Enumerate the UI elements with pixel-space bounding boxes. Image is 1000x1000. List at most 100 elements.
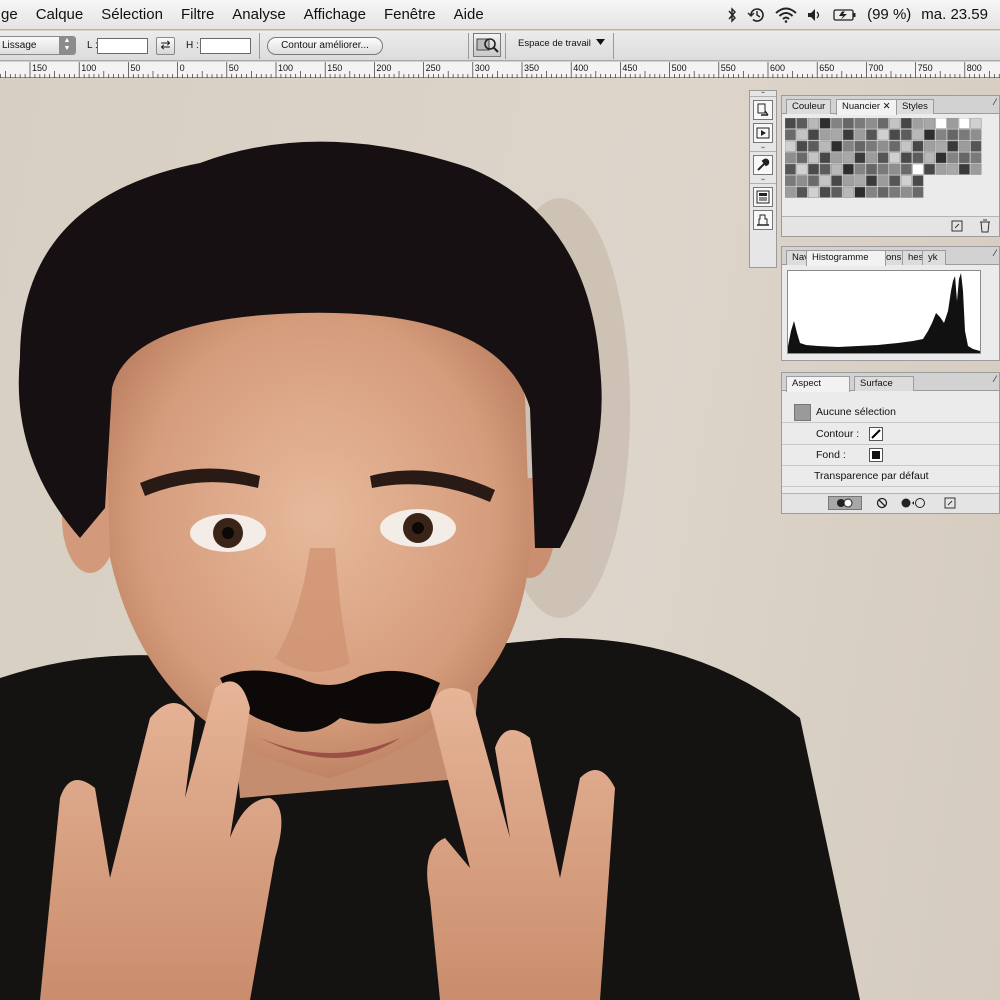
swatch[interactable] xyxy=(785,186,796,198)
swatch[interactable] xyxy=(842,163,854,175)
new-swatch-icon[interactable] xyxy=(951,220,963,235)
swatch[interactable] xyxy=(877,175,889,187)
swatch[interactable] xyxy=(958,140,970,152)
swatch[interactable] xyxy=(796,140,808,152)
actions-icon[interactable] xyxy=(753,123,773,143)
swatch[interactable] xyxy=(877,152,889,164)
swatch[interactable] xyxy=(842,129,854,141)
swatch[interactable] xyxy=(877,163,889,175)
workspace-menu[interactable]: Espace de travail xyxy=(518,38,605,49)
swatch[interactable] xyxy=(807,186,820,198)
swatch[interactable] xyxy=(889,175,901,187)
tab-histogram[interactable]: Histogramme xyxy=(806,250,886,266)
menu-window[interactable]: Fenêtre xyxy=(375,0,445,30)
swatch[interactable] xyxy=(854,140,866,152)
swatch[interactable] xyxy=(935,129,947,141)
menu-layer[interactable]: Calque xyxy=(27,0,93,30)
swatch[interactable] xyxy=(831,163,843,175)
swatch[interactable] xyxy=(877,129,889,141)
tab-aspect[interactable]: Aspect xyxy=(786,376,850,392)
swatch[interactable] xyxy=(947,118,959,129)
horizontal-ruler[interactable]: 150 100 50 0 50 100 150 200 250 300 350 400 450 500 55… xyxy=(0,62,1000,78)
swatch[interactable] xyxy=(865,129,878,141)
swatch[interactable] xyxy=(970,129,982,141)
close-icon[interactable]: ✕ xyxy=(883,101,891,112)
swatch[interactable] xyxy=(819,163,831,175)
tab-color[interactable]: Couleur xyxy=(786,99,832,114)
smoothing-select[interactable]: Lissage ▲ ▼ xyxy=(0,36,76,55)
time-machine-icon[interactable] xyxy=(747,7,765,23)
swatch[interactable] xyxy=(785,175,796,187)
swatch[interactable] xyxy=(796,152,808,164)
swatch[interactable] xyxy=(819,118,831,129)
dock-grip[interactable]: ▪▪ xyxy=(750,178,776,184)
swatch[interactable] xyxy=(785,129,796,141)
swatch[interactable] xyxy=(842,140,854,152)
swatch[interactable] xyxy=(877,186,889,198)
swatch[interactable] xyxy=(865,175,878,187)
swatch[interactable] xyxy=(935,118,947,129)
swatch[interactable] xyxy=(889,118,901,129)
swatch[interactable] xyxy=(854,186,866,198)
swatch[interactable] xyxy=(923,152,936,164)
swatch[interactable] xyxy=(831,152,843,164)
history-icon[interactable] xyxy=(753,100,773,120)
swap-icon[interactable]: ⇄ xyxy=(156,37,175,55)
swatch[interactable] xyxy=(819,186,831,198)
swatch[interactable] xyxy=(831,118,843,129)
stroke-swatch[interactable] xyxy=(869,427,883,441)
swatch[interactable] xyxy=(947,152,959,164)
swatch[interactable] xyxy=(865,118,878,129)
swatch[interactable] xyxy=(807,175,820,187)
toggle-visibility-icon[interactable] xyxy=(828,496,862,510)
dock-grip[interactable]: ▪▪ xyxy=(750,146,776,152)
swatch[interactable] xyxy=(796,129,808,141)
fill-row[interactable]: Fond : xyxy=(782,445,999,466)
bluetooth-icon[interactable] xyxy=(727,6,737,23)
clone-source-icon[interactable] xyxy=(753,210,773,230)
swatch[interactable] xyxy=(796,163,808,175)
volume-icon[interactable] xyxy=(807,7,823,23)
trash-icon[interactable] xyxy=(979,219,991,236)
swatch[interactable] xyxy=(819,152,831,164)
swatch[interactable] xyxy=(912,186,924,198)
swatch[interactable] xyxy=(889,186,901,198)
swatch[interactable] xyxy=(900,152,912,164)
swatch[interactable] xyxy=(807,118,820,129)
swatch[interactable] xyxy=(935,140,947,152)
swatch[interactable] xyxy=(796,118,808,129)
swatch[interactable] xyxy=(947,129,959,141)
refine-edge-button[interactable]: Contour améliorer... xyxy=(267,37,383,55)
swatch[interactable] xyxy=(854,175,866,187)
swatch[interactable] xyxy=(958,152,970,164)
swatch[interactable] xyxy=(912,163,924,175)
bridge-icon[interactable] xyxy=(473,33,501,57)
swatch[interactable] xyxy=(842,175,854,187)
height-input[interactable] xyxy=(200,38,251,54)
swatch[interactable] xyxy=(970,152,982,164)
no-color-icon[interactable] xyxy=(876,497,888,512)
stroke-row[interactable]: Contour : xyxy=(782,424,999,445)
swatch[interactable] xyxy=(854,152,866,164)
swatch[interactable] xyxy=(900,163,912,175)
swatch[interactable] xyxy=(854,129,866,141)
swatch[interactable] xyxy=(865,186,878,198)
swatch[interactable] xyxy=(923,118,936,129)
swatch[interactable] xyxy=(842,152,854,164)
swatch[interactable] xyxy=(842,186,854,198)
swatch[interactable] xyxy=(889,129,901,141)
panel-menu-icon[interactable]: ⁄ xyxy=(994,374,996,384)
panel-menu-icon[interactable]: ⁄ xyxy=(994,248,996,258)
swatch[interactable] xyxy=(831,175,843,187)
duplicate-item-icon[interactable] xyxy=(944,497,956,512)
swatch[interactable] xyxy=(958,163,970,175)
swatch[interactable] xyxy=(889,140,901,152)
swatch[interactable] xyxy=(831,186,843,198)
menu-view[interactable]: Affichage xyxy=(295,0,375,30)
swatch[interactable] xyxy=(900,175,912,187)
swatch[interactable] xyxy=(923,129,936,141)
swatch[interactable] xyxy=(958,129,970,141)
swatch[interactable] xyxy=(912,175,924,187)
swatch[interactable] xyxy=(807,152,820,164)
swatch[interactable] xyxy=(958,118,970,129)
